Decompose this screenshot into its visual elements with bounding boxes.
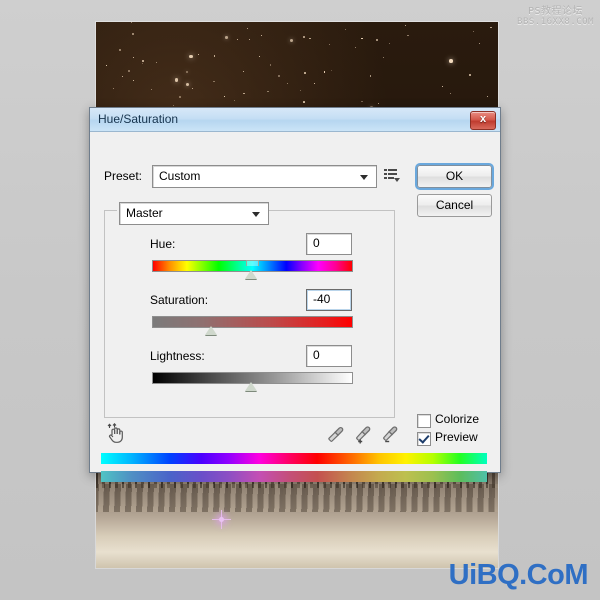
saturation-input[interactable]: -40 (306, 289, 352, 311)
colorize-checkbox[interactable] (417, 414, 431, 428)
preset-dropdown[interactable]: Custom (152, 165, 377, 188)
lightness-value: 0 (313, 348, 320, 362)
watermark-top-line1: PS教程论坛 (528, 6, 584, 17)
preview-label[interactable]: Preview (435, 430, 478, 444)
lightness-slider-thumb[interactable] (245, 382, 258, 391)
preview-checkbox[interactable] (417, 432, 431, 446)
watermark-top-right: PS教程论坛 BBS.16XX8.COM (517, 6, 594, 28)
dialog-body: Preset: Custom OK Cancel Master Hue: 0 S… (90, 132, 500, 482)
chevron-down-icon (252, 212, 260, 217)
result-color-bar[interactable] (101, 471, 487, 482)
channel-dropdown[interactable]: Master (119, 202, 269, 225)
hue-input[interactable]: 0 (306, 233, 352, 255)
preset-options-menu-icon[interactable] (384, 168, 400, 182)
close-icon: x (479, 113, 487, 125)
saturation-label: Saturation: (150, 293, 209, 307)
saturation-value: -40 (313, 292, 331, 306)
hue-range-marker (246, 260, 259, 266)
close-button[interactable]: x (470, 111, 496, 130)
eyedropper-icon[interactable] (327, 426, 345, 444)
hue-slider-thumb[interactable] (245, 270, 258, 279)
colorize-label[interactable]: Colorize (435, 412, 479, 426)
lightness-input[interactable]: 0 (306, 345, 352, 367)
preset-value: Custom (159, 169, 201, 183)
source-color-bar (101, 453, 487, 464)
eyedropper-plus-icon[interactable] (354, 426, 372, 444)
hue-label: Hue: (150, 237, 176, 251)
cancel-button[interactable]: Cancel (417, 194, 492, 217)
chevron-down-icon (360, 175, 368, 180)
eyedropper-minus-icon[interactable] (381, 426, 399, 444)
hue-value: 0 (313, 236, 320, 250)
ok-button[interactable]: OK (417, 165, 492, 188)
screenshot-root: PS教程论坛 BBS.16XX8.COM UiBQ.CoM Hue/Satura… (0, 0, 600, 600)
on-image-adjustment-hand-icon[interactable] (106, 422, 128, 445)
preset-label: Preset: (104, 169, 143, 183)
lightness-label: Lightness: (150, 349, 205, 363)
watermark-top-line2: BBS.16XX8.COM (517, 17, 594, 27)
dialog-titlebar[interactable]: Hue/Saturation x (90, 108, 500, 132)
photo-bright-star (212, 510, 231, 529)
dialog-title: Hue/Saturation (98, 112, 179, 126)
saturation-slider-track[interactable] (152, 316, 353, 328)
watermark-bottom-right: UiBQ.CoM (448, 559, 589, 591)
saturation-slider-thumb[interactable] (205, 326, 218, 335)
hue-saturation-dialog: Hue/Saturation x Preset: Custom OK Cance… (89, 107, 501, 482)
channel-value: Master (126, 206, 163, 220)
photo-terrain-ridge-secondary (96, 484, 498, 512)
